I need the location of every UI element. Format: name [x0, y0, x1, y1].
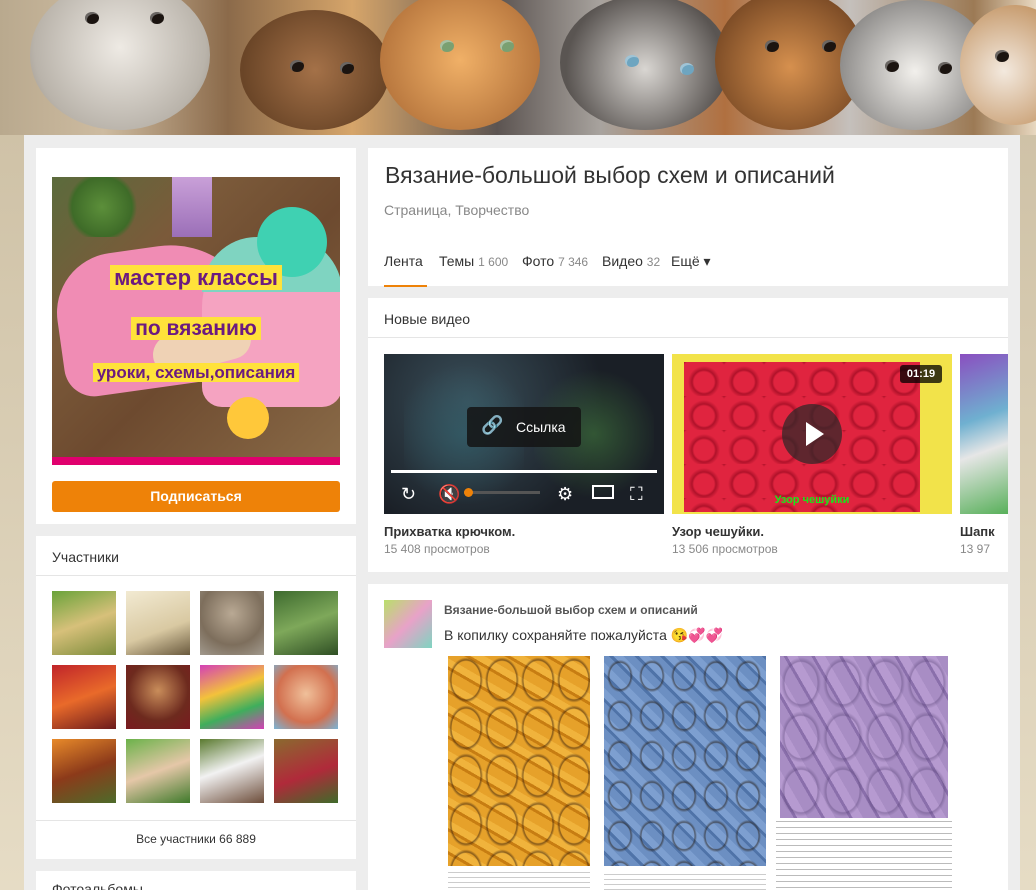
member-avatar[interactable] [200, 739, 264, 803]
mini-player-icon[interactable] [592, 485, 614, 499]
copy-link-tooltip[interactable]: 🔗 Ссылка [467, 407, 581, 447]
fullscreen-icon[interactable]: ⛶ [630, 484, 643, 505]
post-photo-chart[interactable] [448, 868, 590, 890]
volume-slider[interactable] [464, 491, 540, 494]
mute-icon[interactable]: 🔇 [438, 484, 460, 505]
post-photo-purple-cable[interactable] [780, 656, 948, 818]
cover-text-line3: уроки, схемы,описания [52, 363, 340, 383]
member-avatar[interactable] [126, 739, 190, 803]
tab-topics[interactable]: Темы 1 600 [439, 253, 508, 269]
right-page-margin [1020, 135, 1036, 890]
video-title[interactable]: Прихватка крючком. [384, 524, 515, 539]
group-avatar-image[interactable]: мастер классы по вязанию уроки, схемы,оп… [52, 177, 340, 465]
members-card: Участники Все участники 66 889 [36, 536, 356, 859]
subscribe-button[interactable]: Подписаться [52, 481, 340, 512]
post-photo-chart[interactable] [776, 820, 952, 890]
member-avatar[interactable] [274, 591, 338, 655]
video-views: 13 97 [960, 542, 991, 556]
member-avatar[interactable] [126, 665, 190, 729]
left-page-margin [0, 135, 24, 890]
group-header-card: Вязание-большой выбор схем и описаний Ст… [368, 148, 1008, 287]
members-title: Участники [52, 549, 119, 565]
video-views: 15 408 просмотров [384, 542, 490, 556]
new-videos-title: Новые видео [384, 311, 471, 327]
post-text: В копилку сохраняйте пожалуйста [444, 627, 667, 643]
tab-videos[interactable]: Видео 32 [602, 253, 660, 269]
post-photo-chart[interactable] [604, 870, 766, 890]
photo-albums-title[interactable]: Фотоальбомы [52, 881, 143, 890]
member-avatar[interactable] [52, 665, 116, 729]
video-thumbnail-3[interactable] [960, 354, 1008, 514]
tab-feed[interactable]: Лента [384, 253, 423, 269]
settings-gear-icon[interactable]: ⚙ [557, 484, 573, 505]
member-avatar[interactable] [200, 591, 264, 655]
member-avatar[interactable] [52, 591, 116, 655]
member-avatar[interactable] [274, 739, 338, 803]
volume-slider-handle[interactable] [464, 488, 473, 497]
member-avatar[interactable] [126, 591, 190, 655]
post-author-name[interactable]: Вязание-большой выбор схем и описаний [444, 603, 698, 617]
video-player-1[interactable]: 🔗 Ссылка ↻ 🔇 ⚙ ⛶ [384, 354, 664, 514]
all-members-link[interactable]: Все участники 66 889 [36, 832, 356, 846]
tab-more[interactable]: Ещё ▾ [671, 253, 711, 270]
group-category: Страница, Творчество [384, 202, 530, 218]
video-thumbnail-2[interactable]: 01:19 Узор чешуйки [672, 354, 952, 514]
copy-link-label: Ссылка [516, 419, 566, 435]
cover-text-line1: мастер классы [52, 265, 340, 291]
tab-active-indicator [384, 285, 427, 287]
kiss-emoji-icon: 😘 [670, 627, 689, 643]
cover-text-line2: по вязанию [52, 317, 340, 341]
video-progress-bar[interactable] [391, 470, 657, 473]
group-avatar-card: мастер классы по вязанию уроки, схемы,оп… [36, 148, 356, 524]
replay-icon[interactable]: ↻ [401, 484, 416, 505]
tab-photos[interactable]: Фото 7 346 [522, 253, 588, 269]
new-videos-card: Новые видео 🔗 Ссылка ↻ 🔇 ⚙ ⛶ Прихватка к… [368, 298, 1008, 572]
group-title: Вязание-большой выбор схем и описаний [385, 162, 835, 188]
video-duration: 01:19 [900, 365, 942, 383]
play-icon[interactable] [782, 404, 842, 464]
member-avatar[interactable] [274, 665, 338, 729]
post-photo-orange-lace[interactable] [448, 656, 590, 866]
heart-eyes-emoji-icon [227, 397, 269, 439]
video-overlay-text: Узор чешуйки [774, 494, 850, 506]
photo-albums-card: Фотоальбомы [36, 871, 356, 890]
link-icon: 🔗 [481, 415, 504, 435]
video-title[interactable]: Шапк [960, 524, 995, 539]
main-content: мастер классы по вязанию уроки, схемы,оп… [24, 135, 1020, 890]
video-title[interactable]: Узор чешуйки. [672, 524, 764, 539]
heart-emoji-icon: 💞💞 [688, 627, 724, 643]
post-photo-blue-lace[interactable] [604, 656, 766, 866]
member-avatar[interactable] [200, 665, 264, 729]
video-views: 13 506 просмотров [672, 542, 778, 556]
feed-post: Вязание-большой выбор схем и описаний В … [368, 584, 1008, 890]
post-author-avatar[interactable] [384, 600, 432, 648]
member-avatar[interactable] [52, 739, 116, 803]
post-text-line: В копилку сохраняйте пожалуйста 😘💞💞 [444, 627, 723, 644]
